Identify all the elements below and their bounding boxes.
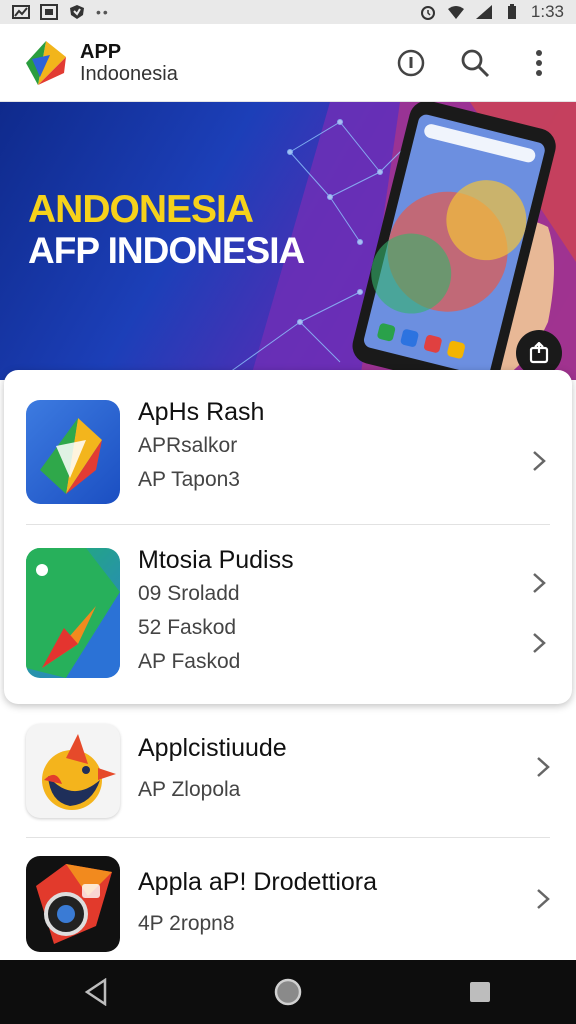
search-button[interactable]	[460, 48, 490, 78]
promo-banner[interactable]: ANDONESIA AFP INDONESIA	[0, 102, 576, 380]
chevron-right-icon	[537, 889, 550, 909]
app-icon	[26, 724, 120, 818]
shield-notification-icon	[70, 5, 84, 19]
system-nav-bar	[0, 960, 576, 1024]
status-bar: •• 1:33	[0, 0, 576, 24]
status-right: 1:33	[419, 2, 564, 22]
signal-icon	[475, 5, 492, 19]
app-icon	[26, 400, 120, 504]
featured-app-row[interactable]: ApHs Rash APRsalkor AP Tapon3	[4, 370, 572, 522]
share-icon	[529, 342, 549, 364]
chevron-right-icon	[533, 451, 546, 471]
app-logo-icon	[26, 40, 66, 85]
home-button[interactable]	[268, 972, 308, 1012]
app-icon	[26, 856, 120, 952]
battery-icon	[507, 4, 516, 19]
divider	[26, 837, 550, 838]
chevron-right-icon	[533, 633, 546, 653]
app-logo-icon	[26, 548, 120, 678]
status-time: 1:33	[530, 2, 564, 21]
more-notifications-icon: ••	[96, 4, 110, 20]
app-actions	[396, 48, 554, 78]
recents-button[interactable]	[460, 972, 500, 1012]
app-list-item[interactable]: Applcistiuude AP Zlopola	[0, 712, 576, 836]
bird-app-icon	[42, 734, 116, 810]
banner-headline: ANDONESIA	[28, 188, 254, 231]
banner-subheadline: AFP INDONESIA	[28, 230, 305, 271]
app-subtitle: AP Tapon3	[138, 468, 240, 491]
image-notification-icon	[40, 4, 58, 20]
app-subtitle: 52 Faskod	[138, 616, 237, 639]
featured-app-row[interactable]: Mtosia Pudiss 09 Sroladd 52 Faskod AP Fa…	[4, 526, 572, 704]
app-subtitle: APRsalkor	[138, 434, 238, 457]
app-logo-icon	[40, 418, 102, 494]
app-title: Applcistiuude	[138, 734, 287, 762]
back-button[interactable]	[76, 972, 116, 1012]
divider	[26, 524, 550, 525]
alarm-icon	[420, 6, 435, 20]
brand-name: APP Indoonesia	[80, 42, 178, 84]
home-circle-icon	[274, 978, 302, 1006]
app-title: Appla aP! Drodettiora	[138, 868, 378, 896]
back-triangle-icon	[84, 978, 107, 1006]
overflow-menu-button[interactable]	[524, 48, 554, 78]
chevron-right-icon	[537, 757, 550, 777]
more-vert-icon	[536, 49, 542, 76]
app-subtitle: AP Zlopola	[138, 778, 241, 801]
search-icon	[461, 49, 490, 77]
brand-top: APP	[80, 40, 122, 63]
recents-square-icon	[470, 982, 490, 1002]
app-subtitle: 09 Sroladd	[138, 582, 240, 605]
brand-bottom: Indoonesia	[80, 62, 178, 85]
app-icon	[26, 548, 120, 678]
app-list-item[interactable]: Appla aP! Drodettiora 4P 2ropn8	[0, 840, 576, 958]
status-left: ••	[12, 4, 110, 20]
camera-app-icon	[36, 864, 112, 944]
info-button[interactable]	[396, 48, 426, 78]
app-subtitle: AP Faskod	[138, 650, 241, 673]
chevron-right-icon	[533, 573, 546, 593]
chart-notification-icon	[12, 5, 30, 19]
app-subtitle: 4P 2ropn8	[138, 912, 235, 935]
wifi-icon	[447, 6, 464, 19]
info-icon	[397, 49, 425, 76]
app-title: ApHs Rash	[138, 398, 265, 426]
app-bar: APP Indoonesia	[0, 24, 576, 102]
app-title: Mtosia Pudiss	[138, 546, 294, 574]
featured-apps-card: ApHs Rash APRsalkor AP Tapon3 Mtosia Pud…	[4, 370, 572, 704]
